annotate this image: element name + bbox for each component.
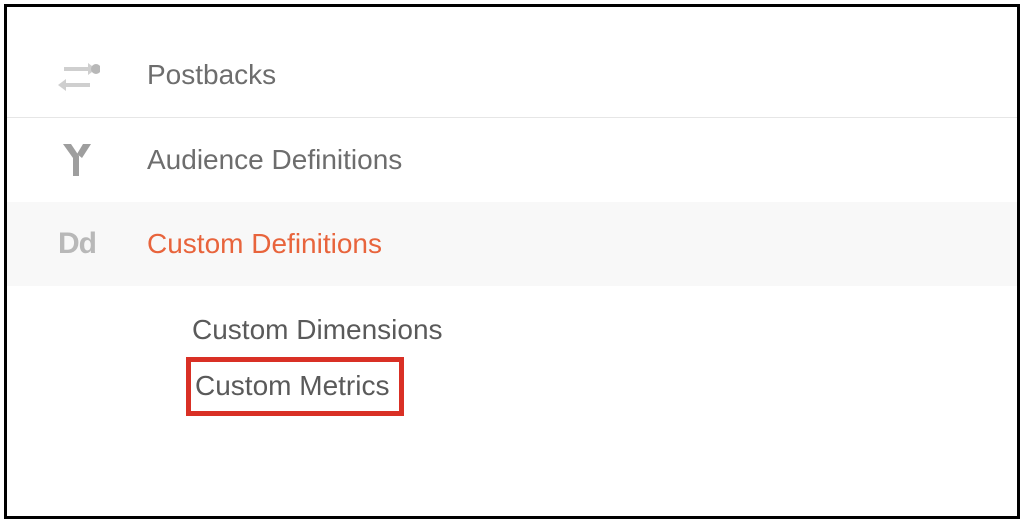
highlight-box: Custom Metrics [186, 357, 404, 416]
subnav-item-custom-dimensions[interactable]: Custom Dimensions [192, 308, 443, 353]
screenshot-frame: Postbacks Audience Definitions Dd Custom… [4, 4, 1020, 519]
subnav: Custom Dimensions Custom Metrics [7, 286, 1017, 416]
nav-panel: Postbacks Audience Definitions Dd Custom… [7, 7, 1017, 416]
nav-item-postbacks[interactable]: Postbacks [7, 33, 1017, 117]
nav-label: Postbacks [147, 59, 276, 91]
subnav-item-custom-metrics[interactable]: Custom Metrics [195, 364, 389, 409]
nav-label: Custom Definitions [147, 228, 382, 260]
nav-label: Audience Definitions [147, 144, 402, 176]
dd-icon: Dd [7, 227, 147, 261]
nav-item-custom-definitions[interactable]: Dd Custom Definitions [7, 202, 1017, 286]
nav-item-audience-definitions[interactable]: Audience Definitions [7, 118, 1017, 202]
swap-icon [7, 52, 147, 98]
fork-icon [7, 140, 147, 180]
